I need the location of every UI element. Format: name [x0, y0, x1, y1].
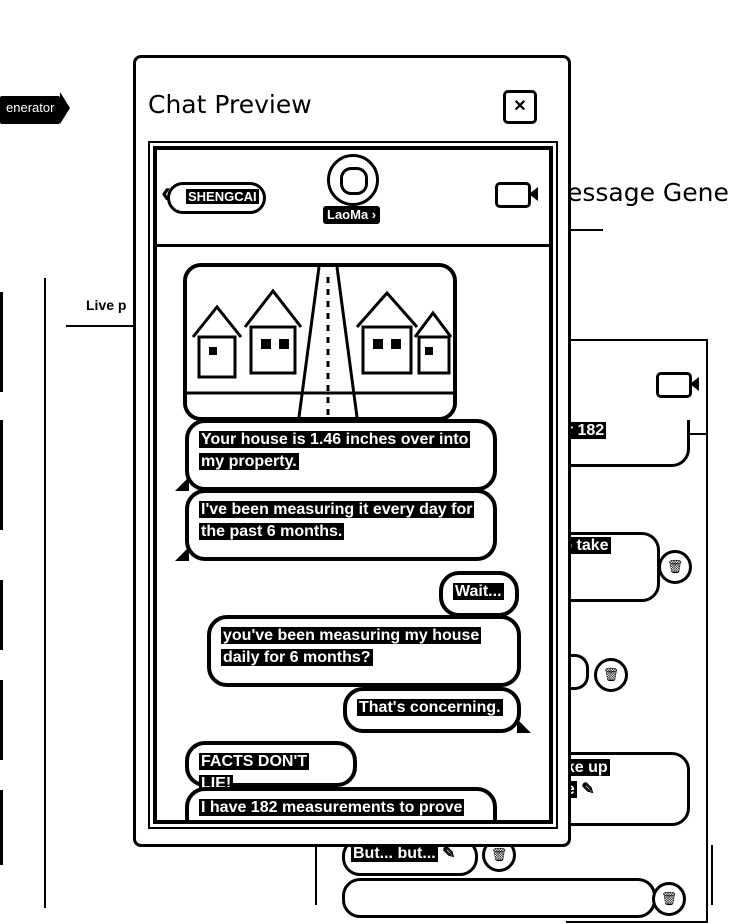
- close-icon[interactable]: ✕: [503, 90, 537, 124]
- chat-header: ‹ SHENGCAI LaoMa ›: [157, 150, 549, 247]
- sent-message[interactable]: Wait...: [439, 571, 519, 617]
- delete-message-icon[interactable]: 🗑: [658, 550, 692, 584]
- generator-tab[interactable]: enerator: [0, 96, 61, 124]
- sidebar-divider: [44, 278, 46, 908]
- live-preview-underline: [66, 325, 136, 327]
- sidebar-edge: [0, 790, 3, 865]
- houses-illustration: [187, 267, 453, 417]
- delete-message-icon[interactable]: 🗑: [652, 882, 686, 916]
- contact-name[interactable]: LaoMa ›: [323, 206, 381, 224]
- background-bubble: [342, 878, 656, 918]
- generator-arrow-icon: [60, 92, 70, 124]
- video-camera-icon[interactable]: [656, 372, 699, 398]
- live-preview-tab[interactable]: Live p: [86, 297, 126, 313]
- sidebar-edge: [0, 420, 3, 530]
- sent-message[interactable]: you've been measuring my house daily for…: [207, 615, 521, 687]
- phone-preview: ‹ SHENGCAI LaoMa › Your house is 1.46 in…: [148, 141, 558, 829]
- delete-message-icon[interactable]: 🗑: [594, 658, 628, 692]
- generator-tab-label: enerator: [6, 100, 55, 115]
- message-list: Your house is 1.46 inches over into my p…: [157, 247, 549, 820]
- avatar[interactable]: [327, 154, 379, 206]
- sidebar-edge: [0, 580, 3, 650]
- sidebar-edge: [0, 292, 3, 392]
- received-message[interactable]: Your house is 1.46 inches over into my p…: [175, 419, 497, 491]
- message-image[interactable]: [183, 263, 457, 421]
- received-message[interactable]: I have 182 measurements to prove: [185, 787, 497, 820]
- back-button-label: SHENGCAI: [186, 189, 259, 204]
- received-message[interactable]: I've been measuring it every day for the…: [175, 489, 497, 561]
- avatar-face-icon: [340, 167, 368, 195]
- video-camera-icon[interactable]: [495, 182, 538, 208]
- received-message[interactable]: FACTS DON'T LIE!: [185, 741, 357, 792]
- sidebar-edge: [0, 680, 3, 760]
- chat-preview-modal: Chat Preview ✕ ‹ SHENGCAI LaoMa › Your h…: [133, 55, 571, 847]
- modal-title: Chat Preview: [148, 90, 312, 119]
- live-preview-label: Live p: [86, 297, 127, 313]
- back-button[interactable]: SHENGCAI: [167, 182, 266, 214]
- sent-message[interactable]: That's concerning.: [343, 687, 531, 733]
- page-heading: lessage Gene: [560, 178, 729, 207]
